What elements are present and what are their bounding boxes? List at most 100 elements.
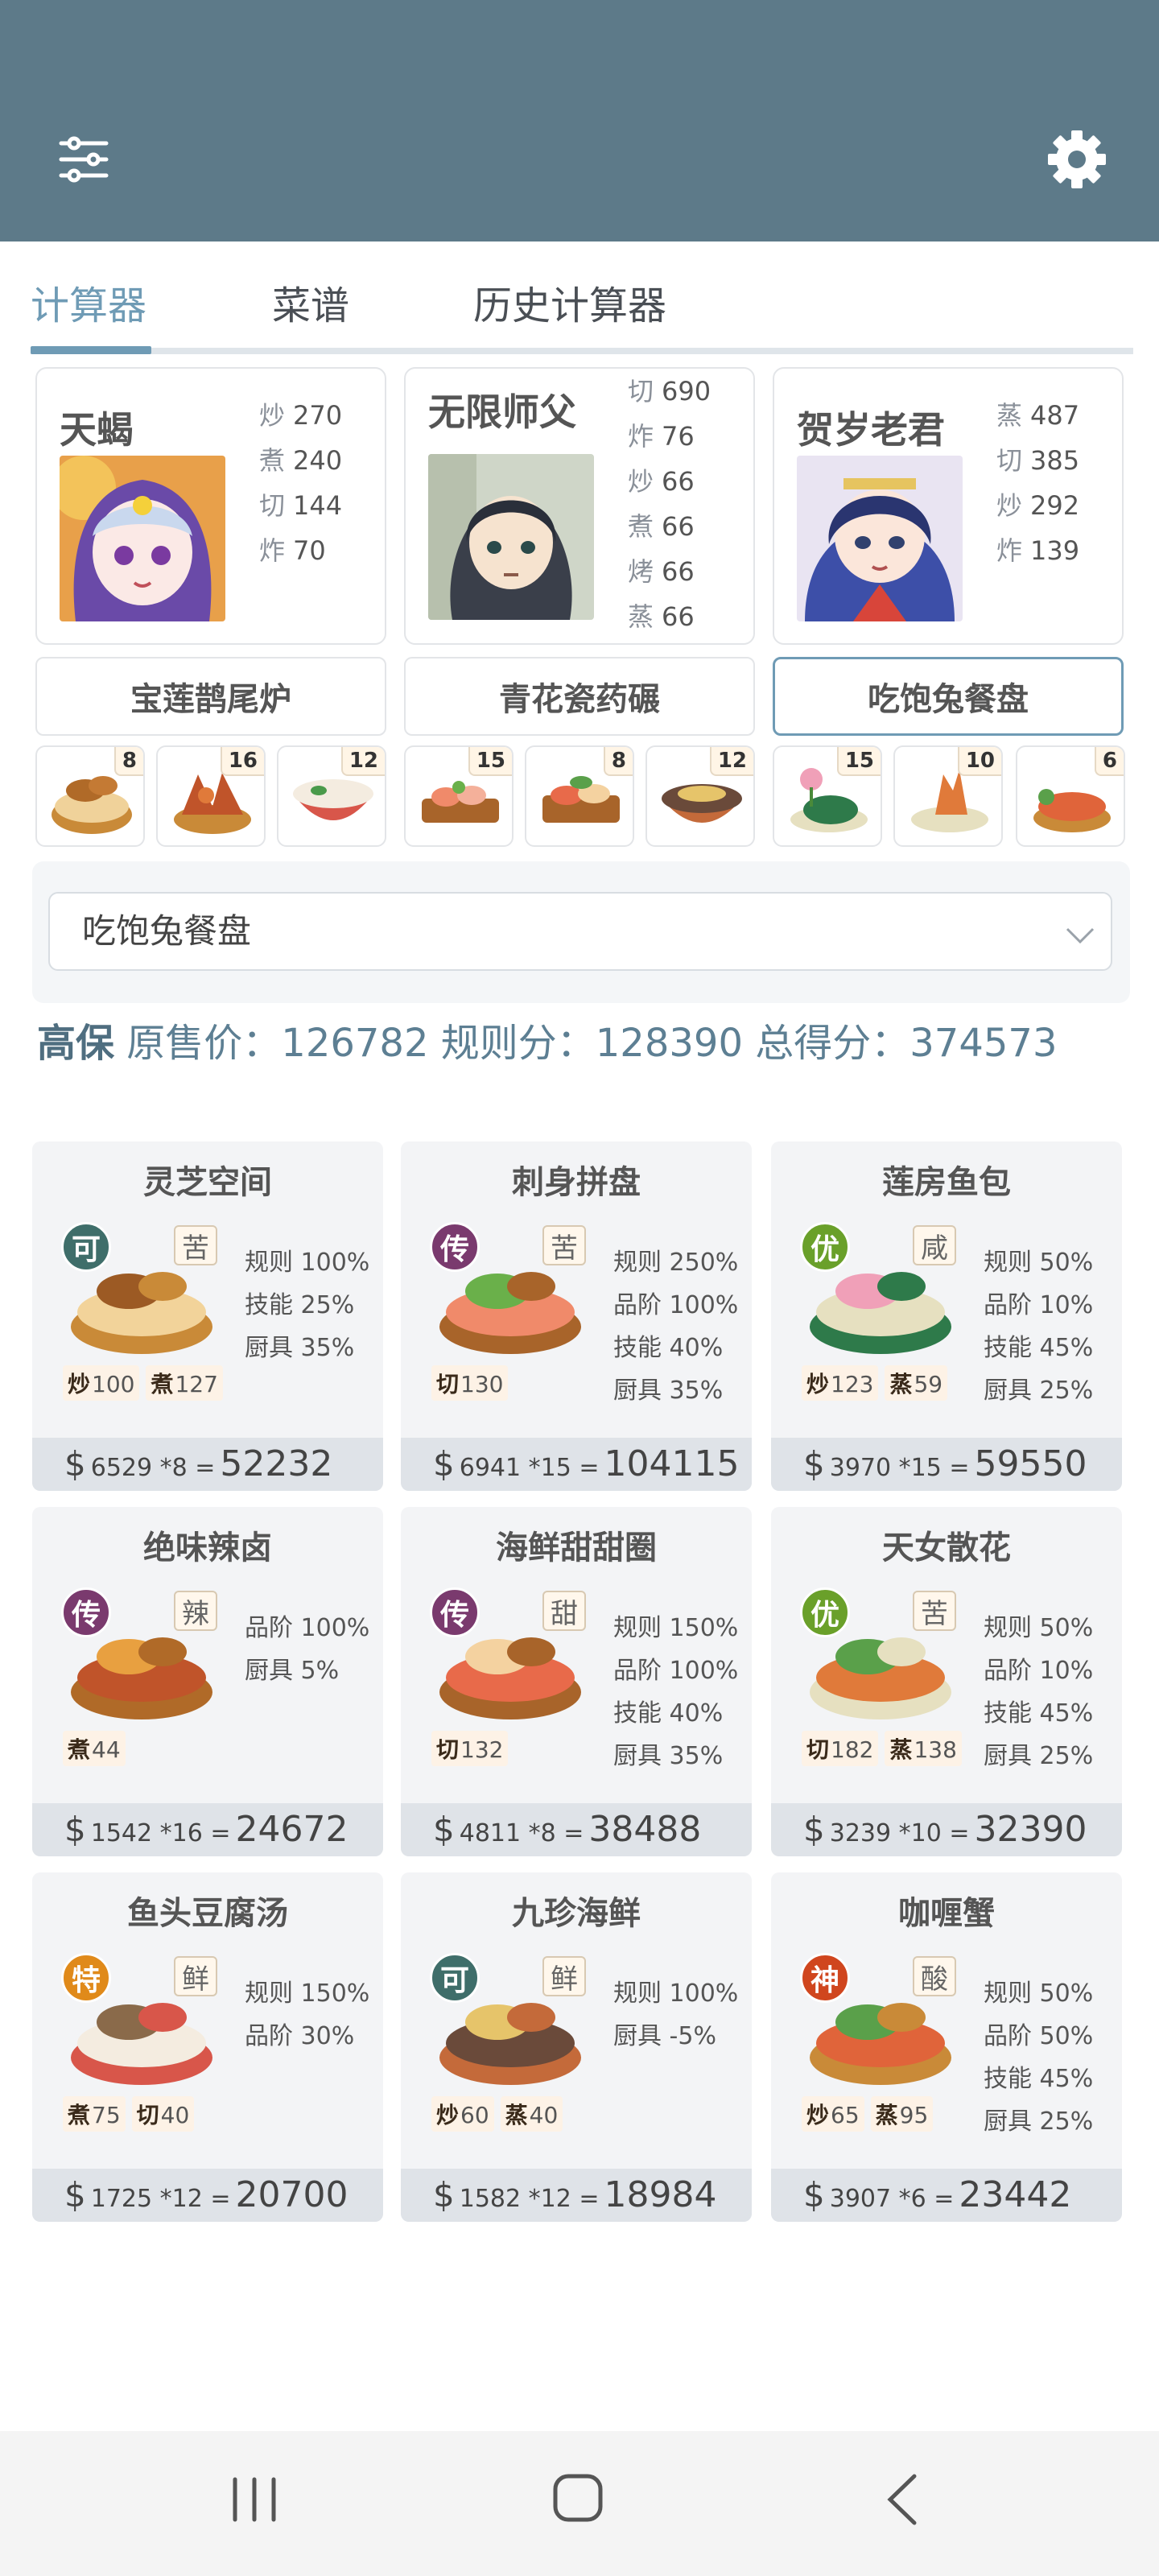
dish-card[interactable]: 灵芝空间 可 苦 规则 100% 技能 25% 厨具 35% 炒100 煮127 $6… [32, 1141, 383, 1491]
dish-card[interactable]: 天女散花 优 苦 规则 50% 品阶 10% 技能 45% 厨具 25% 切182 蒸1… [771, 1507, 1122, 1856]
chef-card[interactable]: 无限师父 切 690 炸 76 炒 66 煮 66 烤 66 蒸 66 [404, 367, 755, 645]
bonus-list: 规则 250% 品阶 100% 技能 40% 厨具 35% [613, 1241, 738, 1412]
rarity-badge: 可 [430, 1953, 480, 2003]
gear-icon[interactable] [1046, 129, 1107, 190]
equip-button[interactable]: 青花瓷药碾 [404, 657, 755, 736]
bonus-line: 技能 45% [984, 2065, 1094, 2093]
dollar-icon: $ [803, 2175, 825, 2215]
dish-name: 九珍海鲜 [512, 1895, 641, 1932]
dish-name: 咖喱蟹 [898, 1895, 995, 1932]
dish-name: 海鲜甜甜圈 [496, 1530, 657, 1567]
back-icon[interactable] [882, 2471, 921, 2528]
quantity: *10 [898, 1819, 942, 1847]
bonus-line: 品阶 100% [613, 1291, 739, 1319]
dish-thumb[interactable]: 15 [404, 745, 514, 847]
dish-total: 52232 [220, 1443, 333, 1484]
skill-requirement: 煮127 [146, 1365, 223, 1401]
bonus-line: 品阶 100% [613, 1657, 739, 1685]
skill-requirement: 切182 [802, 1731, 879, 1766]
unit-price: 6941 [459, 1454, 522, 1482]
dollar-icon: $ [803, 1810, 825, 1849]
bonus-line: 技能 45% [984, 1334, 1094, 1362]
equals-sign: = [210, 1819, 231, 1847]
dish-total: 20700 [235, 2174, 349, 2215]
bonus-line: 技能 40% [613, 1334, 724, 1362]
equals-sign: = [579, 2185, 600, 2213]
equals-sign: = [949, 1819, 970, 1847]
unit-price: 3239 [829, 1819, 892, 1847]
dollar-icon: $ [64, 1810, 86, 1849]
bonus-line: 规则 50% [984, 1249, 1094, 1277]
chef-card[interactable]: 贺岁老君 蒸 487 切 385 炒 292 炸 139 [773, 367, 1124, 645]
dish-card[interactable]: 海鲜甜甜圈 传 甜 规则 150% 品阶 100% 技能 40% 厨具 35% 切13… [401, 1507, 752, 1856]
bonus-line: 厨具 35% [613, 1742, 724, 1770]
skill-requirements: 炒100 煮127 [63, 1365, 223, 1401]
bonus-line: 厨具 25% [984, 1742, 1094, 1770]
price-bar: $1725 *12 = 20700 [32, 2169, 383, 2222]
bonus-line: 厨具 -5% [613, 2022, 716, 2050]
chevron-down-icon[interactable] [1064, 926, 1096, 945]
dish-thumb[interactable]: 10 [893, 745, 1003, 847]
bonus-list: 规则 50% 品阶 50% 技能 45% 厨具 25% [984, 1972, 1093, 2143]
dish-card[interactable]: 九珍海鲜 可 鲜 规则 100% 厨具 -5% 炒60 蒸40 $1582 *12 … [401, 1872, 752, 2222]
dish-card[interactable]: 刺身拼盘 传 苦 规则 250% 品阶 100% 技能 40% 厨具 35% 切130… [401, 1141, 752, 1491]
dish-count: 16 [220, 747, 264, 776]
dollar-icon: $ [433, 1444, 455, 1484]
bonus-line: 厨具 35% [245, 1334, 355, 1362]
equals-sign: = [949, 1454, 970, 1482]
unit-price: 4811 [459, 1819, 522, 1847]
flavor-tag: 苦 [174, 1225, 217, 1265]
dish-thumb[interactable]: 12 [645, 745, 755, 847]
dish-card[interactable]: 莲房鱼包 优 咸 规则 50% 品阶 10% 技能 45% 厨具 25% 炒123 蒸5… [771, 1141, 1122, 1491]
price-bar: $3970 *15 = 59550 [771, 1438, 1122, 1491]
skill-row: 炸 70 [259, 535, 326, 566]
dish-thumb[interactable]: 8 [35, 745, 145, 847]
dish-thumb[interactable]: 8 [525, 745, 634, 847]
recents-icon[interactable] [229, 2473, 280, 2526]
dollar-icon: $ [64, 1444, 86, 1484]
equip-button-selected[interactable]: 吃饱兔餐盘 [773, 657, 1124, 736]
dish-card[interactable]: 绝味辣卤 传 辣 品阶 100% 厨具 5% 煮44 $1542 *16 = 246… [32, 1507, 383, 1856]
dish-thumb[interactable]: 6 [1016, 745, 1125, 847]
dish-thumb[interactable]: 15 [773, 745, 882, 847]
dish-thumb[interactable]: 16 [156, 745, 266, 847]
dish-card[interactable]: 咖喱蟹 神 酸 规则 50% 品阶 50% 技能 45% 厨具 25% 炒65 蒸95 … [771, 1872, 1122, 2222]
skill-row: 切 385 [996, 445, 1080, 476]
flavor-tag: 甜 [542, 1591, 586, 1631]
skill-requirement: 蒸138 [885, 1731, 962, 1766]
home-icon[interactable] [552, 2471, 604, 2524]
equip-button[interactable]: 宝莲鹊尾炉 [35, 657, 386, 736]
skill-requirement: 煮44 [63, 1731, 126, 1766]
dish-thumb[interactable]: 12 [277, 745, 386, 847]
tab-recipes[interactable]: 菜谱 [272, 274, 349, 330]
dish-count: 12 [340, 747, 385, 776]
skill-requirement: 煮75 [63, 2096, 126, 2132]
grade-label: 高保 [37, 1021, 115, 1066]
price-bar: $3239 *10 = 32390 [771, 1803, 1122, 1856]
score-text: 原售价：126782 规则分：128390 总得分：374573 [114, 1021, 1058, 1066]
bonus-list: 规则 50% 品阶 10% 技能 45% 厨具 25% [984, 1241, 1093, 1412]
rarity-badge: 可 [61, 1222, 111, 1272]
chef-card[interactable]: 天蝎 炒 270 煮 240 切 144 炸 70 [35, 367, 386, 645]
bonus-list: 规则 50% 品阶 10% 技能 45% 厨具 25% [984, 1607, 1093, 1777]
dish-card[interactable]: 鱼头豆腐汤 特 鲜 规则 150% 品阶 30% 煮75 切40 $1725 *12… [32, 1872, 383, 2222]
quantity: *16 [159, 1819, 203, 1847]
tab-calculator[interactable]: 计算器 [31, 274, 146, 330]
skill-row: 切 690 [628, 376, 711, 407]
dish-total: 104115 [604, 1443, 740, 1484]
rarity-badge: 特 [61, 1953, 111, 2003]
sliders-icon[interactable] [58, 134, 109, 185]
chef-name: 天蝎 [60, 408, 134, 452]
quantity: *12 [159, 2185, 203, 2213]
quantity: *8 [159, 1454, 188, 1482]
equip-select[interactable]: 吃饱兔餐盘 [48, 892, 1112, 971]
bonus-line: 技能 25% [245, 1291, 355, 1319]
tab-history-calculator[interactable]: 历史计算器 [473, 274, 666, 330]
dish-count: 8 [113, 747, 143, 776]
bonus-line: 品阶 100% [245, 1614, 370, 1642]
dollar-icon: $ [803, 1444, 825, 1484]
skill-row: 炒 66 [628, 466, 695, 497]
skill-row: 蒸 487 [996, 400, 1080, 431]
quantity: *15 [898, 1454, 942, 1482]
bonus-line: 规则 50% [984, 1614, 1094, 1642]
